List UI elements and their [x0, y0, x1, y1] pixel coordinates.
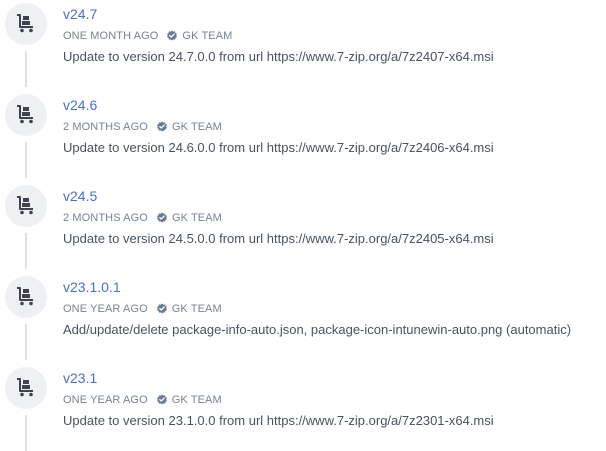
version-link[interactable]: v23.1.0.1 — [63, 278, 121, 296]
timeline-connector — [25, 324, 27, 360]
entry-description: Add/update/delete package-info-auto.json… — [63, 322, 572, 337]
package-cart-icon — [5, 367, 47, 409]
entry-meta: ONE YEAR AGO GK TEAM — [63, 393, 222, 407]
entry-description: Update to version 24.7.0.0 from url http… — [63, 49, 494, 64]
author-name: GK TEAM — [171, 212, 222, 224]
verified-badge-icon — [156, 121, 168, 133]
timeline-entry: v24.6 2 MONTHS AGO GK TEAM Update to ver… — [0, 94, 606, 185]
entry-age: 2 MONTHS AGO — [63, 121, 148, 133]
version-timeline: v24.7 ONE MONTH AGO GK TEAM Update to ve… — [0, 0, 606, 451]
verified-badge-icon — [156, 303, 168, 315]
verified-badge-icon — [156, 394, 168, 406]
entry-age: ONE YEAR AGO — [63, 394, 148, 406]
version-link[interactable]: v24.7 — [63, 5, 97, 23]
package-cart-icon — [5, 94, 47, 136]
author-name: GK TEAM — [171, 121, 222, 133]
author-name: GK TEAM — [171, 394, 222, 406]
verified-badge-icon — [156, 212, 168, 224]
author-team[interactable]: GK TEAM — [156, 121, 222, 133]
timeline-entry: v23.1 ONE YEAR AGO GK TEAM Update to ver… — [0, 367, 606, 451]
timeline-connector — [25, 233, 27, 269]
author-team[interactable]: GK TEAM — [156, 212, 222, 224]
entry-age: 2 MONTHS AGO — [63, 212, 148, 224]
entry-meta: 2 MONTHS AGO GK TEAM — [63, 120, 222, 134]
package-cart-icon — [5, 185, 47, 227]
version-link[interactable]: v23.1 — [63, 369, 97, 387]
entry-age: ONE YEAR AGO — [63, 303, 148, 315]
entry-meta: ONE MONTH AGO GK TEAM — [63, 29, 232, 43]
entry-description: Update to version 24.5.0.0 from url http… — [63, 231, 494, 246]
timeline-connector — [25, 142, 27, 178]
author-team[interactable]: GK TEAM — [166, 30, 232, 42]
timeline-entry: v24.7 ONE MONTH AGO GK TEAM Update to ve… — [0, 3, 606, 94]
entry-meta: ONE YEAR AGO GK TEAM — [63, 302, 222, 316]
author-name: GK TEAM — [182, 30, 233, 42]
verified-badge-icon — [166, 30, 178, 42]
author-name: GK TEAM — [171, 303, 222, 315]
author-team[interactable]: GK TEAM — [156, 394, 222, 406]
timeline-entry: v24.5 2 MONTHS AGO GK TEAM Update to ver… — [0, 185, 606, 276]
package-cart-icon — [5, 276, 47, 318]
author-team[interactable]: GK TEAM — [156, 303, 222, 315]
package-cart-icon — [5, 3, 47, 45]
entry-description: Update to version 23.1.0.0 from url http… — [63, 413, 494, 428]
timeline-entry: v23.1.0.1 ONE YEAR AGO GK TEAM Add/updat… — [0, 276, 606, 367]
timeline-connector — [25, 51, 27, 87]
version-link[interactable]: v24.5 — [63, 187, 97, 205]
entry-description: Update to version 24.6.0.0 from url http… — [63, 140, 494, 155]
entry-age: ONE MONTH AGO — [63, 30, 159, 42]
entry-meta: 2 MONTHS AGO GK TEAM — [63, 211, 222, 225]
version-link[interactable]: v24.6 — [63, 96, 97, 114]
timeline-connector — [25, 415, 27, 451]
